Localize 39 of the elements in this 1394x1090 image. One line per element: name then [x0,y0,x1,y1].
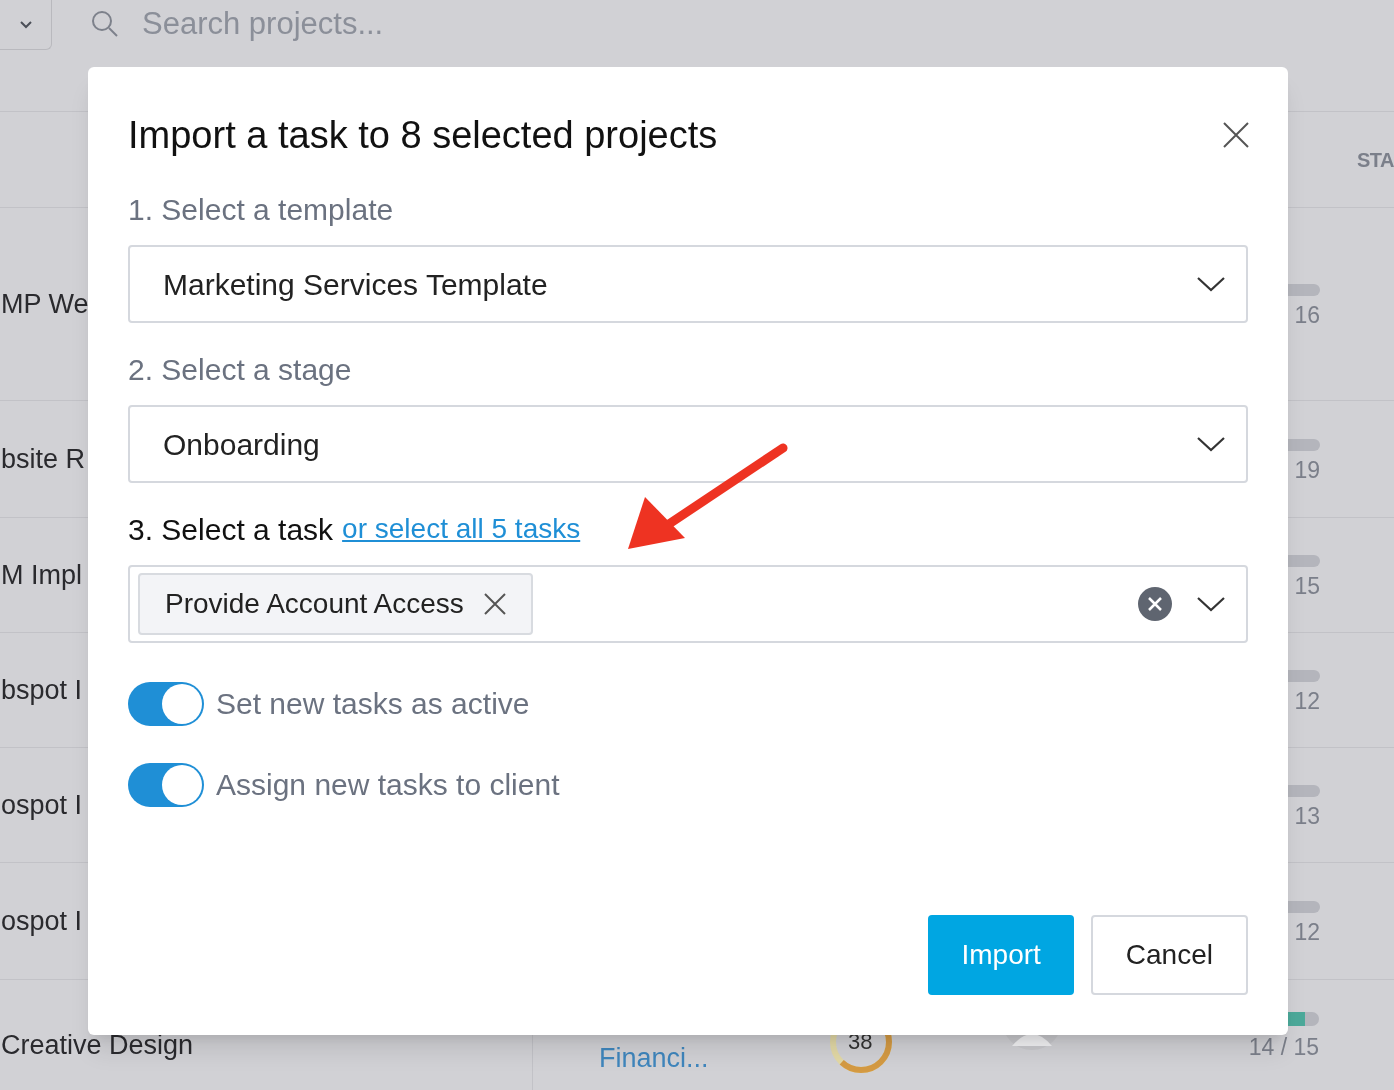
task-count: 16 [1294,300,1320,330]
step-label: 3. Select a task [128,511,334,548]
step-label: 2. Select a stage [128,351,352,388]
multiselect-field[interactable]: Provide Account Access [128,565,1248,643]
project-name: Creative Design [0,1029,194,1062]
task-count: 19 [1294,455,1320,485]
remove-icon[interactable] [483,593,506,615]
step-label: 1. Select a template [128,191,394,228]
chevron-down-icon [18,19,33,30]
select-value: Onboarding [163,426,321,463]
project-name: M Impl [0,558,82,592]
project-name: bsite R [0,442,86,476]
task-count: 13 [1294,801,1320,831]
select-all-link[interactable]: or select all 5 tasks [342,508,581,550]
cancel-button[interactable]: Cancel [1090,915,1248,995]
clear-icon[interactable] [1138,587,1172,621]
toggle-label: Assign new tasks to client [216,767,560,803]
chevron-down-icon [1196,596,1226,612]
task-count: 12 [1294,917,1320,947]
task-count: 14 / 15 [1248,1033,1319,1062]
task-count: 15 [1294,571,1320,601]
project-name: ospot I [0,788,83,822]
chevron-down-icon [1196,436,1226,452]
project-name: MP We [0,287,89,321]
search-icon [90,9,120,39]
toggle-label: Set new tasks as active [216,686,530,722]
select-field[interactable]: Marketing Services Template [128,245,1248,323]
select-value: Marketing Services Template [163,266,549,303]
project-name: bspot I [0,673,83,707]
dialog-title: Import a task to 8 selected projects [128,113,718,158]
toggle-switch[interactable] [128,762,204,807]
project-name: ospot I [0,904,83,938]
column-header: STA [1357,147,1394,173]
chevron-down-icon [1196,276,1226,292]
task-count: 12 [1294,686,1320,716]
select-field[interactable]: Onboarding [128,405,1248,483]
toggle-switch[interactable] [128,681,204,726]
chip-label: Provide Account Access [165,587,464,621]
close-icon [1223,122,1249,148]
